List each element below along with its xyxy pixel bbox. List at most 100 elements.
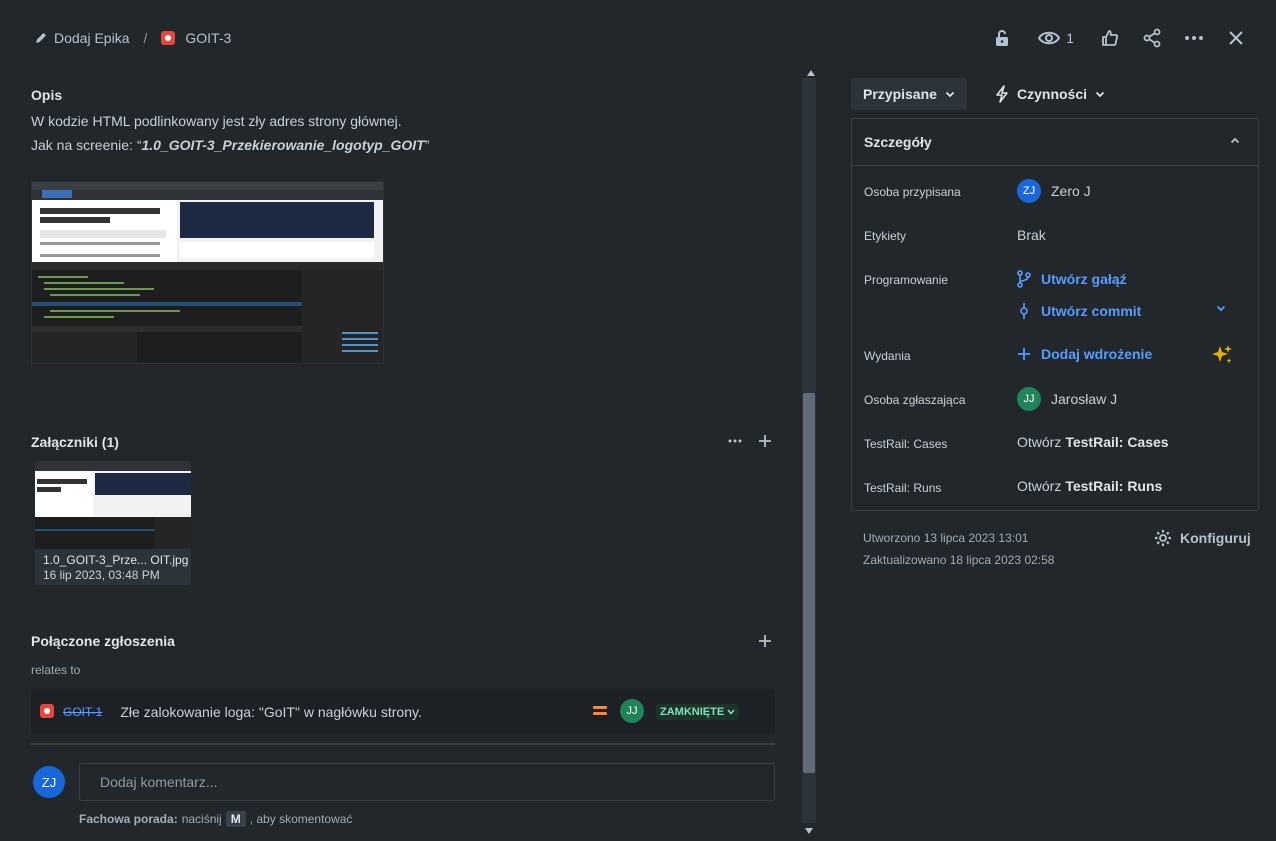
scroll-down-arrow[interactable] — [805, 828, 813, 834]
plus-icon — [759, 635, 771, 647]
issue-toolbar: 1 — [986, 22, 1252, 54]
tip-text-2: , aby skomentować — [249, 812, 353, 826]
scrollbar-thumb[interactable] — [803, 393, 815, 773]
testrail-runs-label: TestRail: Runs — [864, 481, 942, 495]
assignee-initials: ZJ — [1022, 185, 1036, 197]
add-deployment-label: Dodaj wdrożenie — [1041, 346, 1153, 362]
development-expand-button[interactable] — [1216, 305, 1226, 312]
watch-button[interactable]: 1 — [1034, 22, 1078, 54]
actions-dropdown[interactable]: Czynności — [987, 78, 1113, 110]
testrail-cases-link[interactable]: Otwórz TestRail: Cases — [1017, 434, 1169, 450]
status-label: Przypisane — [863, 86, 937, 102]
current-user-avatar: ZJ — [33, 766, 65, 798]
testrail-runs-prefix: Otwórz — [1017, 478, 1062, 494]
assignee-field[interactable]: ZJ Zero J — [1017, 179, 1091, 203]
chevron-down-icon — [1216, 305, 1226, 312]
embedded-screenshot[interactable] — [31, 181, 384, 364]
share-icon — [1143, 28, 1161, 48]
configure-label: Konfiguruj — [1180, 530, 1251, 546]
attachment-card[interactable]: 1.0_GOIT-3_Prze... OIT.jpg 16 lip 2023, … — [35, 461, 191, 585]
linked-issue-assignee-initials: JJ — [626, 705, 638, 717]
eye-icon — [1038, 31, 1061, 45]
attachments-heading: Załączniki (1) — [31, 434, 119, 450]
priority-medium-icon — [593, 706, 607, 716]
testrail-cases-label: TestRail: Cases — [864, 437, 948, 451]
add-linked-issue-button[interactable] — [754, 630, 776, 652]
development-label: Programowanie — [864, 273, 949, 287]
status-dropdown[interactable]: Przypisane — [851, 78, 967, 110]
ai-sparkle-button[interactable] — [1211, 344, 1233, 366]
bug-icon — [161, 31, 176, 45]
shortcut-key: M — [225, 811, 246, 827]
description-line-2[interactable]: Jak na screenie: “1.0_GOIT-3_Przekierowa… — [31, 137, 429, 153]
create-commit-link[interactable]: Utwórz commit — [1017, 302, 1141, 320]
actions-label: Czynności — [1017, 86, 1088, 102]
linked-issue-status-badge[interactable]: ZAMKNIĘTE — [656, 704, 740, 720]
comment-tip: Fachowa porada: naciśnij M , aby skoment… — [79, 811, 352, 827]
more-icon — [1185, 36, 1203, 40]
scroll-up-arrow[interactable] — [807, 70, 815, 76]
testrail-runs-link[interactable]: Otwórz TestRail: Runs — [1017, 478, 1162, 494]
plus-icon — [759, 435, 771, 447]
comment-input[interactable]: Dodaj komentarz... — [79, 763, 775, 801]
close-button[interactable] — [1220, 22, 1252, 54]
description-line-2-suffix: ” — [424, 137, 430, 153]
watchers-count: 1 — [1066, 30, 1074, 46]
chevron-up-icon — [1230, 137, 1240, 144]
close-icon — [1229, 31, 1243, 45]
reporter-label: Osoba zgłaszająca — [864, 393, 966, 407]
details-title: Szczegóły — [864, 134, 932, 150]
add-epic-link[interactable]: Dodaj Epika — [34, 30, 130, 46]
unlock-icon — [996, 30, 1009, 46]
testrail-cases-prefix: Otwórz — [1017, 434, 1062, 450]
linked-issue-summary: Złe zalokowanie loga: "GoIT" w nagłówku … — [120, 703, 422, 720]
sparkle-icon — [1212, 345, 1232, 364]
lock-button[interactable] — [986, 22, 1018, 54]
labels-value: Brak — [1017, 227, 1046, 243]
labels-field[interactable]: Brak — [1017, 227, 1046, 243]
pencil-icon — [36, 33, 46, 43]
tip-bold: Fachowa porada: — [79, 812, 178, 826]
issue-key: GOIT-3 — [185, 30, 232, 46]
attachments-more-button[interactable] — [724, 430, 746, 452]
testrail-cases-bold: TestRail: Cases — [1065, 434, 1169, 450]
more-actions-button[interactable] — [1178, 22, 1210, 54]
details-panel: Szczegóły Osoba przypisana ZJ Zero J Ety… — [851, 118, 1259, 511]
gear-icon — [1155, 530, 1171, 546]
chevron-down-icon — [727, 709, 735, 715]
releases-label: Wydania — [864, 349, 911, 363]
reporter-name: Jarosław J — [1051, 391, 1118, 407]
plus-icon — [1018, 348, 1030, 360]
configure-button[interactable]: Konfiguruj — [1154, 529, 1251, 547]
create-commit-label: Utwórz commit — [1041, 303, 1142, 319]
assignee-avatar: ZJ — [1017, 179, 1041, 203]
more-icon — [728, 439, 742, 443]
like-button[interactable] — [1094, 22, 1126, 54]
issue-key-link[interactable]: GOIT-3 — [161, 30, 231, 46]
tip-text-1: naciśnij — [181, 812, 222, 826]
breadcrumb-separator: / — [143, 30, 148, 46]
add-deployment-link[interactable]: Dodaj wdrożenie — [1017, 346, 1152, 362]
assignee-label: Osoba przypisana — [864, 185, 961, 199]
reporter-field[interactable]: JJ Jarosław J — [1017, 387, 1117, 411]
chevron-down-icon — [945, 91, 955, 97]
linked-issue-key[interactable]: GOIT-1 — [63, 705, 102, 719]
description-line-1[interactable]: W kodzie HTML podlinkowany jest zły adre… — [31, 113, 402, 129]
details-header[interactable]: Szczegóły — [852, 119, 1258, 166]
share-button[interactable] — [1136, 22, 1168, 54]
add-attachment-button[interactable] — [754, 430, 776, 452]
description-line-2-bold: 1.0_GOIT-3_Przekierowanie_logotyp_GOIT — [141, 137, 425, 153]
relation-type-label: relates to — [31, 663, 81, 677]
comments-divider — [31, 743, 775, 745]
current-user-initials: ZJ — [41, 774, 57, 790]
create-branch-link[interactable]: Utwórz gałąź — [1017, 270, 1127, 288]
lightning-icon — [996, 85, 1008, 103]
chevron-down-icon — [1095, 91, 1105, 97]
reporter-avatar: JJ — [1017, 387, 1041, 411]
updated-date: Zaktualizowano 18 lipca 2023 02:58 — [863, 553, 1055, 567]
created-date: Utworzono 13 lipca 2023 13:01 — [863, 531, 1029, 545]
testrail-runs-bold: TestRail: Runs — [1065, 478, 1163, 494]
linked-issues-heading: Połączone zgłoszenia — [31, 633, 175, 649]
attachment-filename: 1.0_GOIT-3_Prze... OIT.jpg — [43, 553, 189, 567]
labels-label: Etykiety — [864, 229, 907, 243]
